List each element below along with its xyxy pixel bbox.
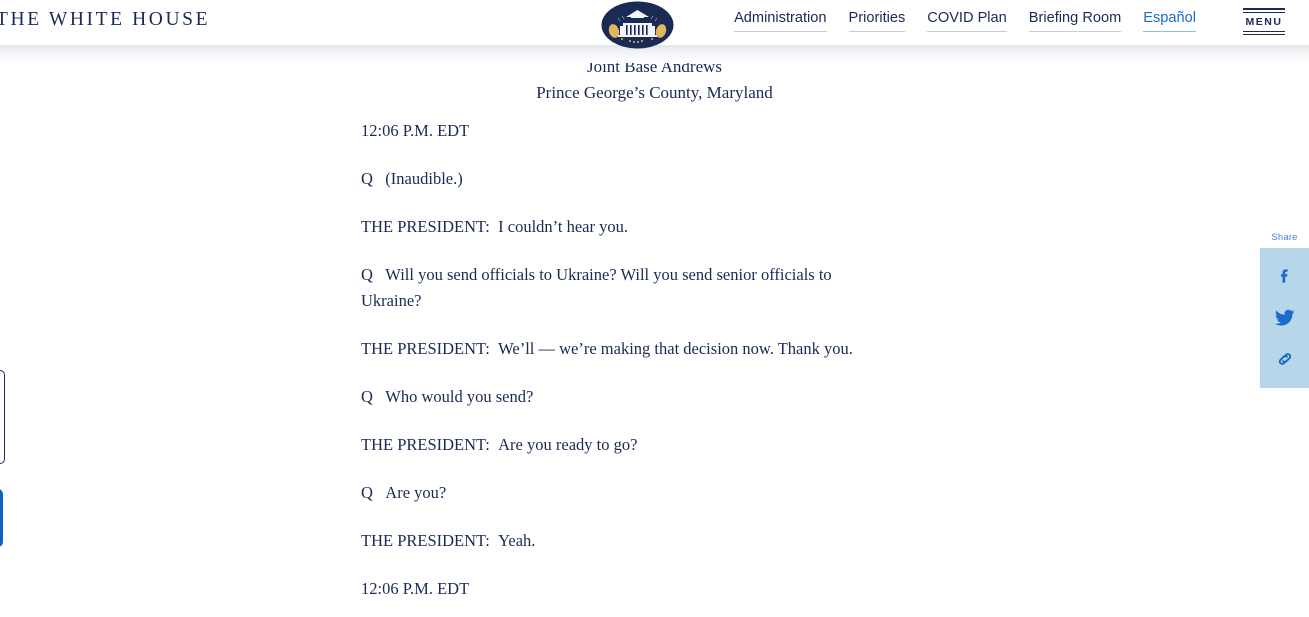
transcript-entry: THE PRESIDENT: Are you ready to go? <box>361 432 866 458</box>
transcript-entry: THE PRESIDENT: I couldn’t hear you. <box>361 214 866 240</box>
speaker-text: Will you send officials to Ukraine? Will… <box>361 265 832 310</box>
speaker-label: THE PRESIDENT: <box>361 217 490 236</box>
offscreen-outline-button[interactable] <box>0 370 5 464</box>
share-widget: Share <box>1260 232 1309 388</box>
speaker-label: THE PRESIDENT: <box>361 531 490 550</box>
speaker-gap <box>373 169 385 188</box>
speaker-gap <box>373 483 385 502</box>
nav-item-priorities[interactable]: Priorities <box>848 10 906 32</box>
speaker-text: Are you ready to go? <box>498 435 638 454</box>
speaker-gap <box>373 387 385 406</box>
hamburger-line-bottom-2 <box>1243 34 1285 35</box>
speaker-label: THE PRESIDENT: <box>361 435 490 454</box>
twitter-icon[interactable] <box>1274 306 1296 328</box>
white-house-seal-icon[interactable] <box>600 1 675 53</box>
link-icon[interactable] <box>1274 348 1296 370</box>
transcript-entry: Q (Inaudible.) <box>361 166 866 192</box>
facebook-icon[interactable] <box>1274 264 1296 286</box>
offscreen-primary-button[interactable] <box>0 489 3 547</box>
speaker-label: Q <box>361 169 373 188</box>
hamburger-line-top <box>1243 8 1285 10</box>
transcript-entry: THE PRESIDENT: Yeah. <box>361 528 866 554</box>
nav-item-covid-plan[interactable]: COVID Plan <box>927 10 1007 32</box>
speaker-gap <box>490 217 498 236</box>
transcript-start-time: 12:06 P.M. EDT <box>361 121 470 140</box>
transcript-entry: Q Are you? <box>361 480 866 506</box>
menu-button[interactable]: MENU <box>1243 8 1285 35</box>
speaker-label: THE PRESIDENT: <box>361 339 490 358</box>
speaker-label: Q <box>361 387 373 406</box>
speaker-text: We’ll — we’re making that decision now. … <box>498 339 853 358</box>
speaker-label: Q <box>361 483 373 502</box>
transcript-end-time: 12:06 P.M. EDT <box>361 579 470 598</box>
speaker-text: I couldn’t hear you. <box>498 217 628 236</box>
hamburger-line-bottom <box>1243 30 1285 32</box>
nav-item-administration[interactable]: Administration <box>734 10 827 32</box>
speaker-gap <box>490 531 498 550</box>
transcript-entry: Q Who would you send? <box>361 384 866 410</box>
transcript-entry: Q Will you send officials to Ukraine? Wi… <box>361 262 866 314</box>
share-panel <box>1260 248 1309 388</box>
speaker-gap <box>490 435 498 454</box>
speaker-gap <box>490 339 498 358</box>
dateline-county: Prince George’s County, Maryland <box>536 82 773 102</box>
speaker-gap <box>373 265 385 284</box>
speaker-text: (Inaudible.) <box>385 169 463 188</box>
primary-navigation: Administration Priorities COVID Plan Bri… <box>734 10 1196 32</box>
transcript-body: 12:06 P.M. EDT Q (Inaudible.) THE PRESID… <box>361 118 866 617</box>
menu-button-label: MENU <box>1245 15 1283 28</box>
speaker-label: Q <box>361 265 373 284</box>
page-root: THE WHITE HOUSE Administration Prioritie… <box>0 0 1309 617</box>
nav-item-espanol[interactable]: Español <box>1143 10 1196 32</box>
speaker-text: Who would you send? <box>385 387 534 406</box>
share-label: Share <box>1271 232 1298 243</box>
speaker-text: Yeah. <box>498 531 536 550</box>
speaker-text: Are you? <box>385 483 447 502</box>
nav-item-briefing-room[interactable]: Briefing Room <box>1028 10 1122 32</box>
site-brand[interactable]: THE WHITE HOUSE <box>0 9 210 31</box>
transcript-entry: THE PRESIDENT: We’ll — we’re making that… <box>361 336 866 362</box>
